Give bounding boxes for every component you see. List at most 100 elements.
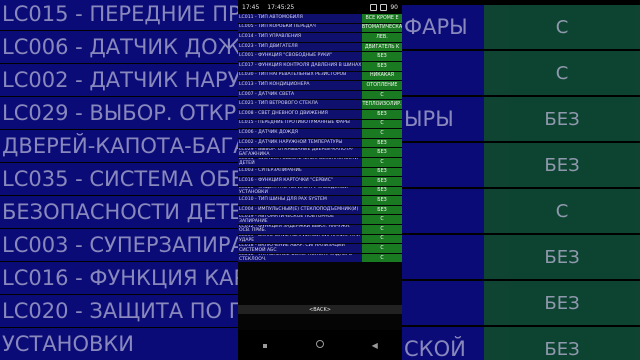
- background-value: БЕЗ: [484, 97, 640, 141]
- list-item[interactable]: LC029 - ВЫБОР. ОТКРЫВАНИЕ ДВЕРЕЙ-КАПОТА-…: [238, 148, 402, 158]
- item-label: LC004 - ИМПУЛЬСНЫЙ(Е) СТЕКЛОПОДЪЕМНИК(И): [238, 205, 362, 215]
- background-row: СКОЙ БЕЗ: [402, 327, 640, 360]
- clock-time: 17:45:25: [267, 3, 295, 11]
- list-item[interactable]: LC017 - ФУНКЦИЯ КОНТРОЛЯ ДАВЛЕНИЯ В ШИНА…: [238, 61, 402, 72]
- list-item[interactable]: LC001 - ФУНКЦИЯ "СВОБОДНЫЕ РУКИ" БЕЗ: [238, 52, 402, 62]
- background-row: LC002 - ДАТЧИК НАРУЖНОЙ ТЕМПЕРАТУРЫ: [0, 64, 238, 96]
- item-value[interactable]: С: [362, 253, 402, 263]
- item-value[interactable]: С: [362, 234, 402, 244]
- list-item[interactable]: LC016 - ФУНКЦИЯ КАРТОЧКИ "СЕРВИС" БЕЗ: [238, 177, 402, 187]
- item-value[interactable]: БЕЗ: [362, 138, 402, 148]
- item-label: LC023 - ТИП ДВИГАТЕЛЯ: [238, 42, 362, 52]
- list-item[interactable]: LC012 - ФУНКЦИЯ ЗАДЕРЖКИ ВЫКЛ. НАРУЖН. О…: [238, 225, 402, 235]
- item-value[interactable]: С: [362, 119, 402, 129]
- back-nav-button[interactable]: ◀: [365, 341, 385, 350]
- item-label: LC009 - ВКЛЮЧЕНИЕ АВАРИЙНОЙ СИГНАЛИЗ. ПР…: [238, 234, 362, 244]
- item-value[interactable]: ТЕПЛОИЗОЛИР.: [362, 100, 402, 109]
- background-right: ФАРЫ С С ЫРЫ БЕЗ БЕЗ С БЕЗ БЕЗ СКОЙ БЕЗ: [402, 0, 640, 360]
- item-value[interactable]: С: [362, 244, 402, 253]
- background-row: БЕЗ: [402, 281, 640, 325]
- item-label: LC018 - УПРАВЛЕНИЕ ФИКС. ПОЛОЖ. ЗАДНЕГО …: [238, 253, 362, 263]
- item-value[interactable]: БЕЗ: [362, 177, 402, 186]
- item-value[interactable]: ОТОПЛЕНИЕ: [362, 81, 402, 90]
- background-label: УСТАНОВКИ: [0, 328, 238, 360]
- recents-button[interactable]: [255, 341, 275, 350]
- list-item[interactable]: LC019 - АВТОМАТИЧЕСКОЕ ПОВТОРНОЕ ЗАПИРАН…: [238, 215, 402, 226]
- list-item[interactable]: LC004 - ИМПУЛЬСНЫЙ(Е) СТЕКЛОПОДЪЕМНИК(И)…: [238, 205, 402, 216]
- item-value[interactable]: БЕЗ: [362, 61, 402, 71]
- background-row: С: [402, 51, 640, 95]
- item-label: LC008 - СВЕТ ДНЕВНОГО ДВИЖЕНИЯ: [238, 109, 362, 119]
- list-item[interactable]: LC009 - ВКЛЮЧЕНИЕ АВАРИЙНОЙ СИГНАЛИЗ. ПР…: [238, 234, 402, 245]
- item-label: LC017 - ФУНКЦИЯ КОНТРОЛЯ ДАВЛЕНИЯ В ШИНА…: [238, 61, 362, 71]
- item-value[interactable]: БЕЗ: [362, 186, 402, 196]
- background-label: [402, 189, 484, 233]
- list-item[interactable]: LC013 - ТИП КОНДИЦИОНЕРА ОТОПЛЕНИЕ: [238, 81, 402, 91]
- item-value[interactable]: БЕЗ: [362, 52, 402, 61]
- item-label: LC005 - ТИП КОРОБКИ ПЕРЕДАЧ: [238, 23, 362, 33]
- list-item[interactable]: LC007 - ДАТЧИК СВЕТА С: [238, 90, 402, 101]
- list-item[interactable]: LC011 - ТИП АВТОМОБИЛЯ ВСЕ КРОМЕ E: [238, 14, 402, 24]
- back-arrow-icon: ◀: [371, 340, 378, 350]
- item-value[interactable]: С: [362, 215, 402, 225]
- background-value: БЕЗ: [484, 143, 640, 187]
- home-button[interactable]: [310, 340, 330, 350]
- list-item[interactable]: LC018 - ВКЛЮЧЕНИЕ АВАР. СИГНАЛИЗАЦИИ СИС…: [238, 244, 402, 254]
- background-label: LC020 - ЗАЩИТА ПО ПЕРИМЕТРУ ЗАВОДСКОЙ: [0, 295, 238, 327]
- list-item[interactable]: LC035 - СИСТЕМА ОБЕСПЕЧЕНИЯ БЕЗОПАСНОСТИ…: [238, 157, 402, 168]
- list-item[interactable]: LC003 - СУПЕРЗАПИРАНИЕ БЕЗ: [238, 167, 402, 178]
- item-value[interactable]: БЕЗ: [362, 148, 402, 157]
- item-label: LC016 - ФУНКЦИЯ КАРТОЧКИ "СЕРВИС": [238, 177, 362, 186]
- item-value[interactable]: НИКАКАЯ: [362, 71, 402, 81]
- background-label: [402, 281, 484, 325]
- item-value[interactable]: С: [362, 225, 402, 234]
- background-label: LC016 - ФУНКЦИЯ КАРТОЧКИ: [0, 262, 238, 294]
- background-value: БЕЗ: [484, 235, 640, 279]
- background-row: БЕЗ: [402, 235, 640, 279]
- item-value[interactable]: БЕЗ: [362, 109, 402, 119]
- background-row: LC035 - СИСТЕМА ОБЕСПЕЧЕНИЯ: [0, 163, 238, 195]
- list-item[interactable]: LC002 - ДАТЧИК НАРУЖНОЙ ТЕМПЕРАТУРЫ БЕЗ: [238, 138, 402, 149]
- back-button[interactable]: <BACK>: [238, 305, 402, 314]
- background-row: LC003 - СУПЕРЗАПИРАНИЕ: [0, 229, 238, 261]
- background-label: ДВЕРЕЙ-КАПОТА-БАГАЖНИКА: [0, 130, 238, 162]
- list-item[interactable]: LC018 - УПРАВЛЕНИЕ ФИКС. ПОЛОЖ. ЗАДНЕГО …: [238, 253, 402, 264]
- background-label: ЫРЫ: [402, 97, 484, 141]
- item-value[interactable]: С: [362, 129, 402, 138]
- background-row: С: [402, 189, 640, 233]
- list-item[interactable]: LC020 - ЗАЩИТА ПО ПЕРИМЕТРУ ЗАВОДСКОЙ УС…: [238, 186, 402, 197]
- item-value[interactable]: ВСЕ КРОМЕ E: [362, 14, 402, 23]
- item-value[interactable]: ЛЕВ.: [362, 33, 402, 42]
- item-value[interactable]: АВТОМАТИЧЕСКАЯ: [362, 23, 402, 33]
- item-value[interactable]: БЕЗ: [362, 205, 402, 215]
- background-row: БЕЗОПАСНОСТИ ДЕТЕЙ: [0, 196, 238, 228]
- item-label: LC021 - ТИП ВЕТРОВОГО СТЕКЛА: [238, 100, 362, 109]
- background-row: LC015 - ПЕРЕДНИЕ ПРОТИВОТУМАННЫЕ ФАРЫ: [0, 0, 238, 30]
- list-item[interactable]: LC014 - ТИП УПРАВЛЕНИЯ ЛЕВ.: [238, 33, 402, 43]
- background-value: С: [484, 51, 640, 95]
- list-item[interactable]: LC010 - ТИП ШИНЫ ДЛЯ PAX SYSTEM БЕЗ: [238, 196, 402, 206]
- battery-level: 90: [390, 3, 398, 11]
- background-row: БЕЗ: [402, 143, 640, 187]
- item-value[interactable]: С: [362, 157, 402, 167]
- list-item[interactable]: LC023 - ТИП ДВИГАТЕЛЯ ДВИГАТЕЛЬ K: [238, 42, 402, 53]
- item-label: LC010 - ТИП ШИНЫ ДЛЯ PAX SYSTEM: [238, 196, 362, 205]
- item-value[interactable]: С: [362, 90, 402, 100]
- item-value[interactable]: ДВИГАТЕЛЬ K: [362, 42, 402, 52]
- item-label: LC013 - ТИП КОНДИЦИОНЕРА: [238, 81, 362, 90]
- background-row: ЫРЫ БЕЗ: [402, 97, 640, 141]
- item-label: LC014 - ТИП УПРАВЛЕНИЯ: [238, 33, 362, 42]
- list-item[interactable]: LC008 - СВЕТ ДНЕВНОГО ДВИЖЕНИЯ БЕЗ: [238, 109, 402, 120]
- list-item[interactable]: LC021 - ТИП ВЕТРОВОГО СТЕКЛА ТЕПЛОИЗОЛИР.: [238, 100, 402, 110]
- list-item[interactable]: LC006 - ДАТЧИК ДОЖДЯ С: [238, 129, 402, 139]
- list-item[interactable]: LC005 - ТИП КОРОБКИ ПЕРЕДАЧАВТОМАТИЧЕСКА…: [238, 23, 402, 34]
- list-item[interactable]: LC030 - ТИП НАГРЕВАТЕЛЬНЫХ РЕЗИСТОРОВ НИК…: [238, 71, 402, 82]
- list-item[interactable]: LC015 - ПЕРЕДНИЕ ПРОТИВОТУМАННЫЕ ФАРЫ С: [238, 119, 402, 130]
- background-row: LC020 - ЗАЩИТА ПО ПЕРИМЕТРУ ЗАВОДСКОЙ: [0, 295, 238, 327]
- item-label: LC003 - СУПЕРЗАПИРАНИЕ: [238, 167, 362, 177]
- background-row: ДВЕРЕЙ-КАПОТА-БАГАЖНИКА: [0, 130, 238, 162]
- item-value[interactable]: БЕЗ: [362, 196, 402, 205]
- android-nav-bar: ◀: [238, 330, 402, 360]
- background-label: БЕЗОПАСНОСТИ ДЕТЕЙ: [0, 196, 238, 228]
- item-value[interactable]: БЕЗ: [362, 167, 402, 177]
